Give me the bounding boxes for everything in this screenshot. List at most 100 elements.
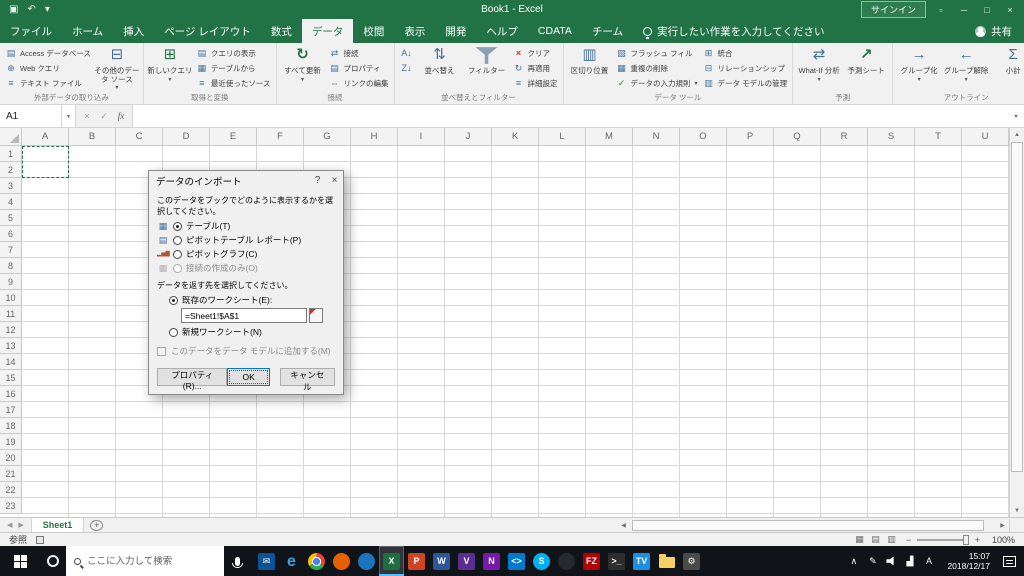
sort-desc-button[interactable]: Z↓ [398, 61, 416, 75]
properties-button[interactable]: プロパティ(R)... [157, 368, 228, 391]
taskbar-app-mail[interactable]: ✉ [254, 546, 279, 576]
tab-insert[interactable]: 挿入 [113, 19, 154, 43]
vertical-scroll-thumb[interactable] [1011, 142, 1023, 472]
name-box[interactable]: A1 [0, 105, 62, 127]
subtotal-button[interactable]: Σ 小計 [990, 44, 1024, 90]
ok-button[interactable]: OK [227, 368, 270, 386]
qat-customize-icon[interactable]: ▾ [45, 4, 50, 15]
column-header-G[interactable]: G [304, 128, 351, 146]
ungroup-button[interactable]: ← グループ解除 ▾ [943, 44, 989, 90]
close-button[interactable]: × [1002, 5, 1018, 15]
option-connection-only[interactable]: ▦ 接続の作成のみ(O) [157, 262, 335, 274]
enter-formula-icon[interactable]: ✓ [96, 111, 112, 122]
column-header-M[interactable]: M [586, 128, 633, 146]
taskbar-app-edge[interactable]: e [279, 546, 304, 576]
zoom-slider[interactable] [917, 534, 969, 545]
pen-icon[interactable]: ✎ [867, 556, 878, 567]
row-header-9[interactable]: 9 [0, 274, 22, 290]
row-header-7[interactable]: 7 [0, 242, 22, 258]
column-header-K[interactable]: K [492, 128, 539, 146]
column-header-F[interactable]: F [257, 128, 304, 146]
taskbar-app-word[interactable]: W [429, 546, 454, 576]
radio-existing-worksheet[interactable] [169, 295, 178, 305]
option-pivot-table[interactable]: ▤ ピボットテーブル レポート(P) [157, 234, 335, 246]
row-header-8[interactable]: 8 [0, 258, 22, 274]
row-header-17[interactable]: 17 [0, 402, 22, 418]
taskbar-app-skype[interactable]: S [529, 546, 554, 576]
what-if-analysis-button[interactable]: ⇄ What-If 分析 ▾ [796, 44, 842, 90]
data-validation-button[interactable]: ✓ データの入力規則 ▾ [614, 76, 700, 90]
cancel-formula-icon[interactable]: × [79, 111, 95, 121]
column-header-R[interactable]: R [821, 128, 868, 146]
tab-page-layout[interactable]: ページ レイアウト [154, 19, 261, 43]
taskbar-app-visual-studio[interactable]: V [454, 546, 479, 576]
dialog-title-bar[interactable]: データのインポート ? × [149, 171, 343, 190]
column-header-L[interactable]: L [539, 128, 586, 146]
add-to-data-model-checkbox[interactable] [157, 346, 166, 356]
clear-button[interactable]: × クリア [511, 46, 560, 60]
view-button-page-layout[interactable]: ▤ [869, 534, 882, 545]
taskbar-app-excel[interactable]: X [379, 546, 404, 576]
taskbar-app-onenote[interactable]: N [479, 546, 504, 576]
column-header-P[interactable]: P [727, 128, 774, 146]
undo-icon[interactable]: ↶ [27, 4, 35, 15]
column-header-C[interactable]: C [116, 128, 163, 146]
name-box-dropdown-icon[interactable]: ▾ [62, 105, 76, 127]
text-to-columns-button[interactable]: ▥ 区切り位置 [567, 44, 613, 90]
network-icon[interactable]: ▟ [904, 556, 915, 567]
row-header-21[interactable]: 21 [0, 466, 22, 482]
row-header-2[interactable]: 2 [0, 162, 22, 178]
row-header-3[interactable]: 3 [0, 178, 22, 194]
view-button-page-break[interactable]: ▥ [885, 534, 898, 545]
taskbar-app-powerpoint[interactable]: P [404, 546, 429, 576]
from-table-button[interactable]: ▦ テーブルから [194, 61, 273, 75]
search-input[interactable] [87, 555, 207, 567]
row-header-12[interactable]: 12 [0, 322, 22, 338]
row-header-6[interactable]: 6 [0, 226, 22, 242]
column-header-S[interactable]: S [868, 128, 915, 146]
relationships-button[interactable]: ⊟ リレーションシップ [701, 61, 790, 75]
speaker-icon[interactable] [886, 556, 894, 566]
column-header-D[interactable]: D [163, 128, 210, 146]
taskbar-app-explorer[interactable] [654, 546, 679, 576]
group-button[interactable]: → グループ化 ▾ [896, 44, 942, 90]
tab-developer[interactable]: 開発 [435, 19, 476, 43]
column-header-E[interactable]: E [210, 128, 257, 146]
macro-record-icon[interactable] [36, 535, 45, 544]
show-connections-button[interactable]: ⇄ 接続 [327, 46, 391, 60]
taskbar-app-terminal[interactable]: >_ [604, 546, 629, 576]
horizontal-scroll-thumb[interactable] [632, 520, 984, 531]
forecast-sheet-button[interactable]: ↗ 予測シート [843, 44, 889, 90]
sort-button[interactable]: ⇅ 並べ替え [417, 44, 463, 90]
recent-sources-button[interactable]: ≡ 最近使ったソース [194, 76, 273, 90]
ribbon-display-options-icon[interactable]: ▫ [933, 5, 949, 15]
scroll-down-icon[interactable]: ▼ [1010, 504, 1024, 517]
zoom-out-icon[interactable]: − [904, 535, 913, 545]
ime-icon[interactable]: A [923, 556, 934, 566]
taskbar-search[interactable] [66, 546, 224, 576]
collapse-dialog-button[interactable] [309, 308, 323, 323]
zoom-level[interactable]: 100% [988, 535, 1018, 545]
horizontal-scrollbar[interactable]: ◀ ▶ [617, 519, 1009, 532]
taskbar-app-vscode[interactable]: <> [504, 546, 529, 576]
cortana-button[interactable] [40, 546, 66, 576]
taskbar-app-settings[interactable]: ⚙ [679, 546, 704, 576]
hidden-icons-chevron[interactable]: ∧ [848, 556, 859, 567]
prev-sheet-icon[interactable]: ◀ [7, 521, 12, 529]
sort-asc-button[interactable]: A↓ [398, 46, 416, 60]
column-header-O[interactable]: O [680, 128, 727, 146]
radio-table[interactable] [173, 221, 182, 231]
row-header-18[interactable]: 18 [0, 418, 22, 434]
column-header-B[interactable]: B [69, 128, 116, 146]
tab-view[interactable]: 表示 [394, 19, 435, 43]
formula-bar-expand-icon[interactable]: ▾ [1008, 105, 1024, 127]
dialog-close-button[interactable]: × [326, 175, 343, 186]
tab-file[interactable]: ファイル [0, 19, 62, 43]
tab-data[interactable]: データ [301, 19, 354, 43]
range-input[interactable] [181, 308, 307, 323]
edit-links-button[interactable]: ⇔ リンクの編集 [327, 76, 391, 90]
zoom-in-icon[interactable]: + [973, 535, 982, 545]
radio-new-worksheet[interactable] [169, 327, 178, 337]
new-query-button[interactable]: ⊞ 新しいクエリ ▾ [147, 44, 193, 90]
manage-data-model-button[interactable]: ▥ データ モデルの管理 [701, 76, 790, 90]
